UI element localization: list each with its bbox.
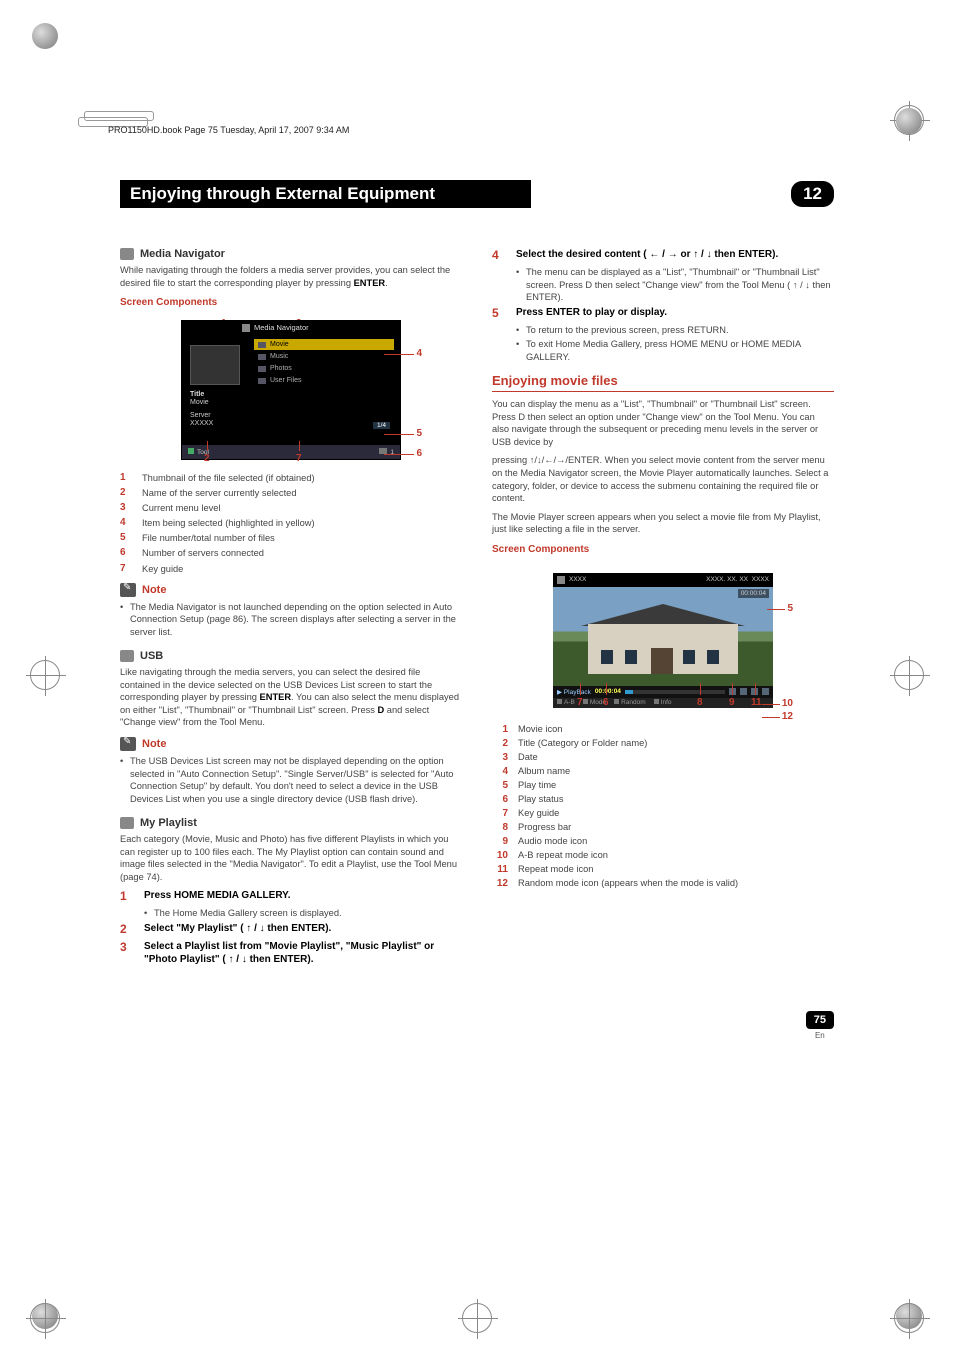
callout-4: 4 <box>416 348 422 359</box>
ab-repeat-icon <box>740 688 747 695</box>
note-label: Note <box>142 584 166 596</box>
usb-icon <box>120 650 134 662</box>
usb-body: Like navigating through the media server… <box>120 666 462 729</box>
fig-menu-item: Music <box>254 351 394 362</box>
screen-components-label: Screen Components <box>120 297 462 308</box>
document-path: PRO1150HD.book Page 75 Tuesday, April 17… <box>108 125 349 135</box>
media-navigator-icon <box>120 248 134 260</box>
callout-2: 2 <box>204 453 210 464</box>
callout-7: 7 <box>296 453 302 464</box>
callout-7: 7 <box>577 697 583 708</box>
heading-text: My Playlist <box>140 817 197 829</box>
fig-count: 1/4 <box>373 422 390 429</box>
movie-files-p1b: pressing ↑/↓/←/→/ENTER. When you select … <box>492 454 834 504</box>
movie-icon <box>557 576 565 584</box>
mp-window <box>707 650 719 664</box>
movie-files-p1: You can display the menu as a "List", "T… <box>492 398 834 448</box>
registration-mark-icon <box>894 1303 924 1333</box>
playlist-intro: Each category (Movie, Music and Photo) h… <box>120 833 462 883</box>
fig-title-area: Title Movie Server XXXXX <box>190 391 213 429</box>
random-icon <box>762 688 769 695</box>
mp-window <box>625 650 637 664</box>
media-navigator-intro: While navigating through the folders a m… <box>120 264 462 289</box>
movie-files-p2: The Movie Player screen appears when you… <box>492 511 834 536</box>
callout-5: 5 <box>416 428 422 439</box>
chapter-title: Enjoying through External Equipment <box>120 180 531 208</box>
media-navigator-heading: Media Navigator <box>120 248 462 260</box>
playlist-steps-continued: 4Select the desired content ( ← / → or ↑… <box>492 248 834 363</box>
page-number: 75 En <box>806 1011 834 1040</box>
mp-playtime: 00:00:04 <box>738 589 769 598</box>
registration-mark-icon <box>30 1303 60 1333</box>
page-content: Enjoying through External Equipment 12 M… <box>120 180 834 970</box>
note-heading: Note <box>120 737 462 751</box>
fig-footer: Tool 1 <box>182 445 400 459</box>
callout-12: 12 <box>782 711 793 722</box>
chapter-header: Enjoying through External Equipment 12 <box>120 180 834 208</box>
registration-mark-icon <box>462 1303 492 1333</box>
note-label: Note <box>142 738 166 750</box>
callout-5: 5 <box>787 603 793 614</box>
mp-house-roof <box>581 604 745 626</box>
movie-player-legend: 1Movie icon 2Title (Category or Folder n… <box>492 724 834 889</box>
note-heading: Note <box>120 583 462 597</box>
mp-progress-bar: ▶ PlayBack 00:00:04 <box>553 686 773 698</box>
mp-window <box>683 650 695 664</box>
callout-6: 6 <box>603 697 609 708</box>
playlist-steps: 1Press HOME MEDIA GALLERY. The Home Medi… <box>120 889 462 966</box>
fig-menu-item: User Files <box>254 375 394 386</box>
enjoying-movie-files-heading: Enjoying movie files <box>492 373 834 392</box>
movie-player-screenshot: XXXX XXXX. XX. XX XXXX 00:00:04 ▶ PlayBa… <box>553 573 773 708</box>
fig-menu: Movie Music Photos User Files <box>254 339 394 387</box>
note-icon <box>120 583 136 597</box>
fig-thumbnail <box>190 345 240 385</box>
media-navigator-legend: 1Thumbnail of the file selected (if obta… <box>120 472 462 575</box>
mp-window <box>601 650 613 664</box>
fig-title: Media Navigator <box>242 323 309 332</box>
usb-heading: USB <box>120 650 462 662</box>
registration-circle-icon <box>896 108 922 134</box>
right-column: 4Select the desired content ( ← / → or ↑… <box>492 248 834 970</box>
note-body: The Media Navigator is not launched depe… <box>120 601 462 639</box>
progress-track <box>625 690 725 694</box>
registration-circle-icon <box>32 23 58 49</box>
callout-9: 9 <box>729 697 735 708</box>
callout-11: 11 <box>751 697 762 708</box>
mp-door <box>651 648 673 674</box>
callout-6: 6 <box>416 448 422 459</box>
screen-components-label: Screen Components <box>492 544 834 555</box>
movie-player-figure: 1 2 3 4 XXXX XXXX. XX. XX XXXX <box>533 573 793 708</box>
media-navigator-screenshot: Media Navigator Title Movie Server XXXXX… <box>181 320 401 460</box>
callout-10: 10 <box>782 698 793 709</box>
callout-8: 8 <box>697 697 703 708</box>
media-navigator-figure: 1 3 Media Navigator Title Movie Server X… <box>166 320 416 460</box>
heading-text: Media Navigator <box>140 248 225 260</box>
registration-mark-icon <box>30 660 60 690</box>
chapter-number: 12 <box>791 181 834 207</box>
mp-key-guide: A-B Mode Random Info <box>553 698 773 708</box>
fig-menu-item: Movie <box>254 339 394 350</box>
left-column: Media Navigator While navigating through… <box>120 248 462 970</box>
heading-text: USB <box>140 650 163 662</box>
mp-header: XXXX XXXX. XX. XX XXXX <box>553 573 773 587</box>
note-body: The USB Devices List screen may not be d… <box>120 755 462 805</box>
note-icon <box>120 737 136 751</box>
fig-menu-item: Photos <box>254 363 394 374</box>
playlist-icon <box>120 817 134 829</box>
registration-mark-icon <box>894 660 924 690</box>
my-playlist-heading: My Playlist <box>120 817 462 829</box>
